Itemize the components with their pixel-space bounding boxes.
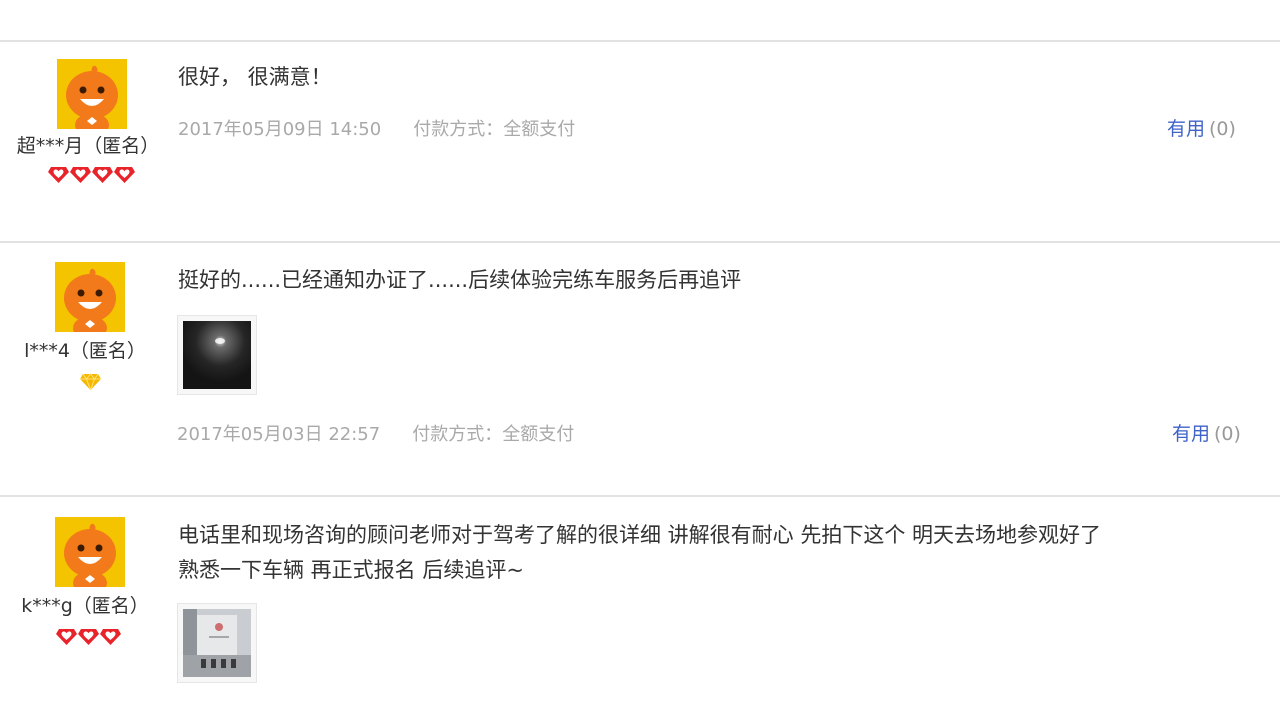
avatar[interactable] [55, 262, 125, 332]
divider [0, 495, 1280, 497]
red-heart-diamond-icon [70, 165, 92, 184]
review-photo[interactable] [177, 603, 257, 683]
review-text: 熟悉一下车辆 再正式报名 后续追评~ [178, 558, 524, 582]
user-level [80, 372, 102, 392]
review-meta: 2017年05月09日 14:50 付款方式：全额支付 [178, 115, 575, 141]
review-text: 电话里和现场咨询的顾问老师对于驾考了解的很详细 讲解很有耐心 先拍下这个 明天去… [178, 523, 1102, 547]
username: 超***月（匿名） [16, 135, 160, 157]
user-level [56, 627, 122, 647]
user-level [48, 165, 136, 185]
red-heart-diamond-icon [56, 627, 78, 646]
username: k***g（匿名） [21, 595, 149, 617]
review-date: 2017年05月03日 22:57 [177, 424, 381, 445]
useful-button[interactable]: 有用 (0) [1172, 419, 1241, 446]
yellow-diamond-icon [80, 372, 102, 391]
useful-label[interactable]: 有用 [1167, 118, 1205, 140]
review-text: 挺好的......已经通知办证了......后续体验完练车服务后再追评 [178, 268, 742, 292]
red-heart-diamond-icon [114, 165, 136, 184]
payment-method: 付款方式：全额支付 [412, 424, 575, 445]
useful-label[interactable]: 有用 [1172, 423, 1210, 445]
review-meta: 2017年05月03日 22:57 付款方式：全额支付 [177, 420, 574, 446]
review-photo-image [183, 609, 251, 677]
red-heart-diamond-icon [78, 627, 100, 646]
red-heart-diamond-icon [48, 165, 70, 184]
review-list: 超***月（匿名） 很好， 很满意！ 2017年05月09日 14:50 付款方式… [0, 0, 1280, 718]
red-heart-diamond-icon [100, 627, 122, 646]
red-heart-diamond-icon [92, 165, 114, 184]
username: l***4（匿名） [24, 340, 146, 362]
useful-count: (0) [1209, 118, 1236, 140]
payment-method: 付款方式：全额支付 [413, 119, 576, 140]
review-date: 2017年05月09日 14:50 [178, 119, 382, 140]
avatar[interactable] [55, 517, 125, 587]
review-photo[interactable] [177, 315, 257, 395]
divider [0, 241, 1280, 243]
useful-button[interactable]: 有用 (0) [1167, 114, 1236, 141]
avatar[interactable] [57, 59, 127, 129]
review-text: 很好， 很满意！ [178, 65, 332, 89]
useful-count: (0) [1214, 423, 1241, 445]
review-photo-image [183, 321, 251, 389]
divider [0, 40, 1280, 42]
